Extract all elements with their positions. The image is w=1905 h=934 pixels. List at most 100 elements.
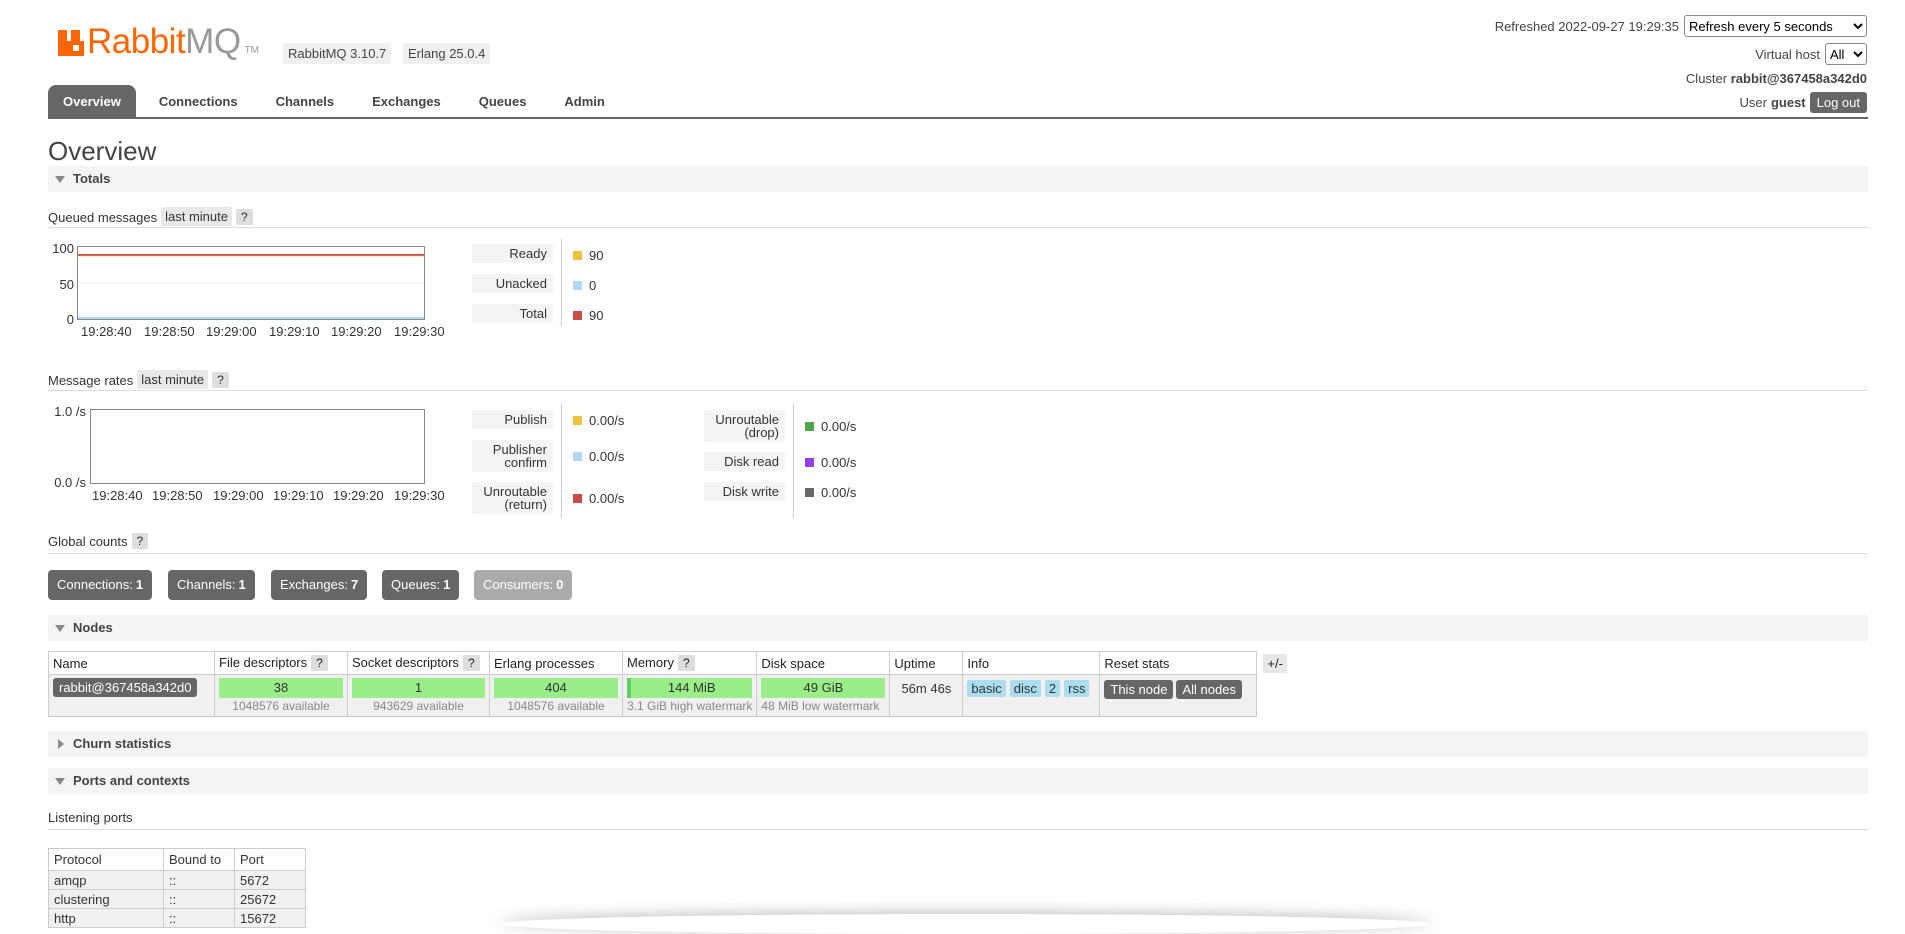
col-port: Port — [234, 848, 306, 871]
col-memory: Memory? — [621, 651, 758, 675]
col-disk-space: Disk space — [756, 651, 891, 675]
queued-messages-header: Queued messages last minute? — [48, 207, 1868, 228]
tab-divider — [48, 117, 1868, 119]
consumers-count-button[interactable]: Consumers: 0 — [474, 570, 573, 600]
col-reset-stats: Reset stats — [1099, 651, 1258, 675]
cluster-info: Cluster rabbit@367458a342d0 — [1685, 71, 1867, 86]
info-tag: rss — [1064, 680, 1090, 697]
legend-ready-label: Ready — [472, 244, 553, 263]
socket-descriptors-bar: 1 — [352, 678, 485, 698]
node-name-link[interactable]: rabbit@367458a342d0 — [53, 678, 198, 697]
global-counts-label: Global counts — [48, 534, 128, 550]
table-row: http:: 15672 — [48, 908, 306, 928]
tab-channels[interactable]: Channels — [261, 85, 350, 117]
message-rates-chart — [90, 409, 425, 484]
memory-bar: 144 MiB — [627, 678, 753, 698]
rates-x-tick: 19:29:10 — [273, 488, 324, 503]
collapse-triangle-icon — [55, 778, 65, 785]
help-button[interactable]: ? — [462, 655, 480, 671]
col-file-descriptors: File descriptors? — [214, 651, 348, 675]
table-row: rabbit@367458a342d0 38 1048576 available… — [48, 674, 1292, 717]
column-toggle-button[interactable]: +/- — [1263, 653, 1287, 673]
legend-publish-value: 0.00/s — [573, 413, 624, 428]
queued-x-tick: 19:28:50 — [144, 324, 195, 339]
queued-x-tick: 19:29:00 — [206, 324, 257, 339]
rates-x-tick: 19:29:00 — [213, 488, 264, 503]
listening-ports-label: Listening ports — [48, 810, 133, 826]
listening-ports-header: Listening ports — [48, 809, 1868, 830]
refreshed-timestamp: Refreshed 2022-09-27 19:29:35 — [1494, 18, 1679, 34]
uptime-value: 56m 46s — [889, 674, 964, 717]
col-protocol: Protocol — [48, 848, 164, 871]
legend-total-value: 90 — [573, 308, 603, 323]
channels-count-button[interactable]: Channels: 1 — [168, 570, 255, 600]
queues-count-button[interactable]: Queues: 1 — [382, 570, 460, 600]
logout-button[interactable]: Log out — [1809, 92, 1867, 113]
rates-range-selector[interactable]: last minute — [137, 370, 209, 389]
section-nodes-header[interactable]: Nodes — [48, 615, 1868, 641]
queued-y-tick: 50 — [59, 277, 74, 292]
legend-total-label: Total — [472, 304, 553, 323]
disk-space-bar: 49 GiB — [761, 678, 886, 698]
socket-descriptors-available: 943629 available — [373, 699, 464, 713]
global-counts-header: Global counts? — [48, 533, 1868, 554]
collapse-triangle-icon — [55, 625, 65, 632]
col-erlang-processes: Erlang processes — [489, 651, 623, 675]
refresh-interval-select[interactable]: Refresh every 5 seconds — [1684, 15, 1867, 37]
queued-help-button[interactable]: ? — [236, 209, 253, 225]
tab-admin[interactable]: Admin — [549, 85, 619, 117]
help-button[interactable]: ? — [677, 655, 695, 671]
tab-connections[interactable]: Connections — [144, 85, 253, 117]
exchanges-count-button[interactable]: Exchanges: 7 — [271, 570, 368, 600]
tab-queues[interactable]: Queues — [464, 85, 542, 117]
queued-messages-label: Queued messages — [48, 210, 158, 226]
reset-this-node-button[interactable]: This node — [1104, 680, 1174, 699]
rates-x-tick: 19:28:50 — [152, 488, 203, 503]
vhost-select[interactable]: All — [1825, 43, 1867, 65]
info-tag: 2 — [1044, 680, 1061, 697]
ports-table: Protocol Bound to Port amqp:: 5672 cluste… — [48, 848, 306, 928]
section-ports-header[interactable]: Ports and contexts — [48, 768, 1868, 794]
col-uptime: Uptime — [889, 651, 964, 675]
main-nav: Overview Connections Channels Exchanges … — [48, 85, 628, 117]
page-title: Overview — [48, 136, 157, 166]
queued-x-tick: 19:29:10 — [269, 324, 320, 339]
erlang-version: Erlang 25.0.4 — [403, 43, 491, 64]
erlang-processes-bar: 404 — [494, 678, 618, 698]
section-churn-header[interactable]: Churn statistics — [48, 731, 1868, 757]
legend-ready-value: 90 — [573, 248, 603, 263]
queued-x-tick: 19:28:40 — [81, 324, 132, 339]
queued-range-selector[interactable]: last minute — [161, 207, 232, 226]
expand-triangle-icon — [58, 739, 64, 749]
legend-unroutable-return-value: 0.00/s — [573, 491, 624, 506]
message-rates-label: Message rates — [48, 373, 134, 389]
tab-exchanges[interactable]: Exchanges — [357, 85, 456, 117]
connections-count-button[interactable]: Connections: 1 — [48, 570, 153, 600]
global-counts-help-button[interactable]: ? — [131, 533, 149, 549]
queued-y-tick: 0 — [66, 312, 74, 327]
col-bound-to: Bound to — [163, 848, 235, 871]
table-row: amqp:: 5672 — [48, 870, 306, 890]
legend-publisher-confirm-label: Publisher confirm — [472, 440, 553, 472]
reset-all-nodes-button[interactable]: All nodes — [1176, 680, 1242, 699]
legend-disk-write-label: Disk write — [704, 482, 785, 501]
legend-unroutable-return-label: Unroutable (return) — [472, 482, 553, 514]
erlang-processes-available: 1048576 available — [507, 699, 605, 713]
section-totals-header[interactable]: Totals — [48, 166, 1868, 192]
tab-overview[interactable]: Overview — [48, 85, 136, 117]
legend-unacked-value: 0 — [573, 278, 596, 293]
queued-messages-chart — [77, 246, 425, 320]
rabbitmq-logo[interactable]: RabbitMQ TM — [58, 24, 259, 60]
queued-x-tick: 19:29:30 — [394, 324, 445, 339]
legend-unroutable-drop-label: Unroutable (drop) — [704, 410, 785, 442]
help-button[interactable]: ? — [311, 655, 328, 671]
message-rates-header: Message rates last minute? — [48, 370, 1868, 391]
queued-x-tick: 19:29:20 — [331, 324, 382, 339]
legend-disk-read-label: Disk read — [704, 452, 785, 471]
cluster-name: rabbit@367458a342d0 — [1730, 71, 1867, 86]
rates-help-button[interactable]: ? — [212, 372, 229, 388]
vhost-label: Virtual host — [1755, 46, 1820, 62]
window-shadow — [500, 914, 1430, 934]
col-name: Name — [48, 651, 215, 675]
disk-watermark: 48 MiB low watermark — [761, 699, 880, 713]
